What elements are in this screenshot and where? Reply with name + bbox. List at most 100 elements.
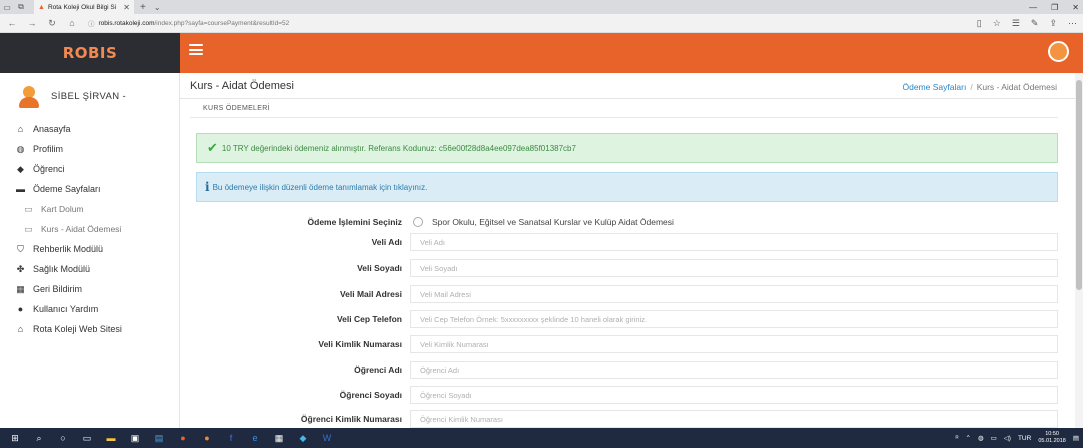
ogrenci-soyadi-input[interactable] (410, 386, 1058, 404)
chrome-icon[interactable]: ● (174, 428, 192, 448)
more-icon[interactable]: ⋯ (1068, 18, 1077, 29)
veli-telefon-input[interactable] (410, 310, 1058, 328)
firefox-icon[interactable]: ● (198, 428, 216, 448)
tab-close-icon[interactable]: ✕ (123, 3, 130, 12)
network-icon[interactable]: ◍ (978, 434, 984, 442)
ogrenci-adi-input[interactable] (410, 361, 1058, 379)
new-tab-icon[interactable]: + (140, 2, 146, 13)
notification-icon[interactable]: ▤ (1073, 434, 1079, 442)
task-view-icon[interactable]: ▭ (78, 428, 96, 448)
taskbar: ⊞ ⌕ ○ ▭ ▬ ▣ ▤ ● ● f e ▦ ◆ W ᴿ ⌃ ◍ ▭ ◁) T… (0, 428, 1083, 448)
tab-title: Rota Koleji Okul Bilgi Si (47, 3, 117, 11)
back-icon[interactable]: ← (4, 18, 20, 28)
volume-icon[interactable]: ◁) (1004, 434, 1011, 442)
sidebar-item-web-sitesi[interactable]: ⌂ Rota Koleji Web Sitesi (0, 319, 179, 339)
payment-option-radio[interactable] (413, 217, 423, 227)
payment-option-label[interactable]: Spor Okulu, Eğitsel ve Sanatsal Kurslar … (432, 217, 674, 227)
info-icon: i (205, 180, 210, 194)
success-alert: ✔ 10 TRY değerindeki ödemeniz alınmıştır… (196, 133, 1058, 163)
favorites-hub-icon[interactable]: ☰ (1012, 18, 1020, 29)
veli-telefon-label: Veli Cep Telefon (336, 314, 402, 324)
veli-soyadi-input[interactable] (410, 259, 1058, 277)
shield-icon: ⛉ (17, 243, 24, 254)
home-nav-icon[interactable]: ⌂ (64, 18, 80, 28)
scrollbar-thumb[interactable] (1076, 80, 1082, 290)
reading-view-icon[interactable]: ▯ (977, 18, 982, 29)
photos-icon[interactable]: ▤ (150, 428, 168, 448)
sidebar-item-kullanici-yardim[interactable]: ● Kullanıcı Yardım (0, 299, 179, 319)
user-avatar-icon (19, 85, 39, 108)
forward-icon[interactable]: → (24, 18, 40, 28)
sidebar-item-ogrenci[interactable]: ◆ Öğrenci (0, 159, 179, 179)
people-icon[interactable]: ᴿ (956, 435, 959, 442)
veli-kimlik-label: Veli Kimlik Numarası (318, 339, 402, 349)
sidebar-item-saglik[interactable]: ✤ Sağlık Modülü (0, 259, 179, 279)
word-icon[interactable]: W (318, 428, 336, 448)
explorer-icon[interactable]: ▬ (102, 428, 120, 448)
page-title: Kurs - Aidat Ödemesi (190, 80, 294, 92)
payment-select-label: Ödeme İşlemini Seçiniz (307, 217, 402, 227)
address-bar: ← → ↻ ⌂ ⓘ robis.rotakoleji.com/index.php… (0, 14, 1083, 33)
store-icon[interactable]: ▣ (126, 428, 144, 448)
chat-icon[interactable]: ◆ (294, 428, 312, 448)
close-window-icon[interactable]: ✕ (1072, 3, 1079, 12)
section-title: KURS ÖDEMELERİ (203, 105, 270, 112)
sidebar-item-kurs-aidat[interactable]: ▭ Kurs - Aidat Ödemesi (0, 219, 179, 239)
url-field[interactable]: ⓘ robis.rotakoleji.com/index.php?sayfa=c… (88, 18, 289, 29)
sidebar: SİBEL ŞİRVAN - ⌂ Anasayfa ◍ Profilim ◆ Öğre… (0, 73, 180, 428)
cortana-icon[interactable]: ○ (54, 428, 72, 448)
sidebar-item-kart-dolum[interactable]: ▭ Kart Dolum (0, 199, 179, 219)
user-profile[interactable]: SİBEL ŞİRVAN - (0, 73, 179, 111)
sidebar-item-rehberlik[interactable]: ⛉ Rehberlik Modülü (0, 239, 179, 259)
clock[interactable]: 10:50 05.01.2018 (1038, 431, 1066, 445)
app-icon[interactable]: ▦ (270, 428, 288, 448)
logo-area[interactable]: ROBIS (0, 33, 180, 73)
browser-tab[interactable]: ▲ Rota Koleji Okul Bilgi Si ✕ (34, 0, 134, 14)
battery-icon[interactable]: ▭ (991, 434, 997, 442)
divider (190, 117, 1058, 118)
users-icon: ✤ (16, 263, 25, 274)
sidebar-item-profilim[interactable]: ◍ Profilim (0, 139, 179, 159)
favorite-star-icon[interactable]: ☆ (993, 18, 1001, 29)
tray-chevron-icon[interactable]: ⌃ (966, 434, 971, 442)
home-icon: ⌂ (17, 124, 24, 134)
info-icon: ⓘ (88, 21, 95, 28)
language-indicator[interactable]: TUR (1018, 435, 1031, 442)
edge-icon[interactable]: e (246, 428, 264, 448)
card-icon: ▭ (24, 223, 33, 234)
ogrenci-kimlik-input[interactable] (410, 410, 1058, 428)
payment-select-row: Ödeme İşlemini Seçiniz Spor Okulu, Eğits… (180, 213, 1075, 231)
breadcrumb-link[interactable]: Ödeme Sayfaları (903, 82, 967, 92)
restore-icon[interactable]: ❐ (1051, 3, 1058, 12)
tab-aside-icon[interactable]: ⧉ (14, 0, 28, 14)
chevron-down-icon[interactable]: ⌄ (154, 3, 161, 12)
main-content: Kurs - Aidat Ödemesi Ödeme Sayfaları / Kur… (180, 73, 1075, 428)
sidebar-menu: ⌂ Anasayfa ◍ Profilim ◆ Öğrenci ▬ Ödeme Sayf… (0, 119, 179, 339)
sidebar-item-anasayfa[interactable]: ⌂ Anasayfa (0, 119, 179, 139)
info-message[interactable]: Bu ödemeye ilişkin düzenli ödeme tanımla… (213, 183, 428, 192)
search-icon[interactable]: ⌕ (30, 428, 48, 448)
sidebar-item-geri-bildirim[interactable]: ▦ Geri Bildirim (0, 279, 179, 299)
share-icon[interactable]: ⇪ (1049, 18, 1057, 29)
veli-mail-input[interactable] (410, 285, 1058, 303)
refresh-icon[interactable]: ↻ (44, 18, 60, 29)
menu-toggle-icon[interactable] (189, 44, 203, 55)
info-alert[interactable]: i Bu ödemeye ilişkin düzenli ödeme tanım… (196, 172, 1058, 202)
facebook-icon[interactable]: f (222, 428, 240, 448)
form-row-veli-soyadi: Veli Soyadı (180, 259, 1075, 277)
tab-list-icon[interactable]: ▭ (0, 0, 14, 14)
pen-icon[interactable]: ✎ (1031, 18, 1039, 29)
success-message: 10 TRY değerindeki ödemeniz alınmıştır. … (221, 143, 576, 153)
minimize-icon[interactable]: — (1029, 3, 1037, 12)
veli-adi-input[interactable] (410, 233, 1058, 251)
form-row-veli-adi: Veli Adı (180, 233, 1075, 251)
veli-kimlik-input[interactable] (410, 335, 1058, 353)
sidebar-item-odeme-sayfalari[interactable]: ▬ Ödeme Sayfaları (0, 179, 179, 199)
question-icon: ● (17, 304, 24, 314)
windows-start-icon[interactable]: ⊞ (6, 428, 24, 448)
veli-adi-label: Veli Adı (371, 237, 402, 247)
graduation-cap-icon: ◆ (17, 163, 24, 174)
credit-card-icon: ▬ (16, 184, 25, 194)
avatar[interactable] (1048, 41, 1069, 62)
user-name: SİBEL ŞİRVAN - (51, 91, 127, 102)
